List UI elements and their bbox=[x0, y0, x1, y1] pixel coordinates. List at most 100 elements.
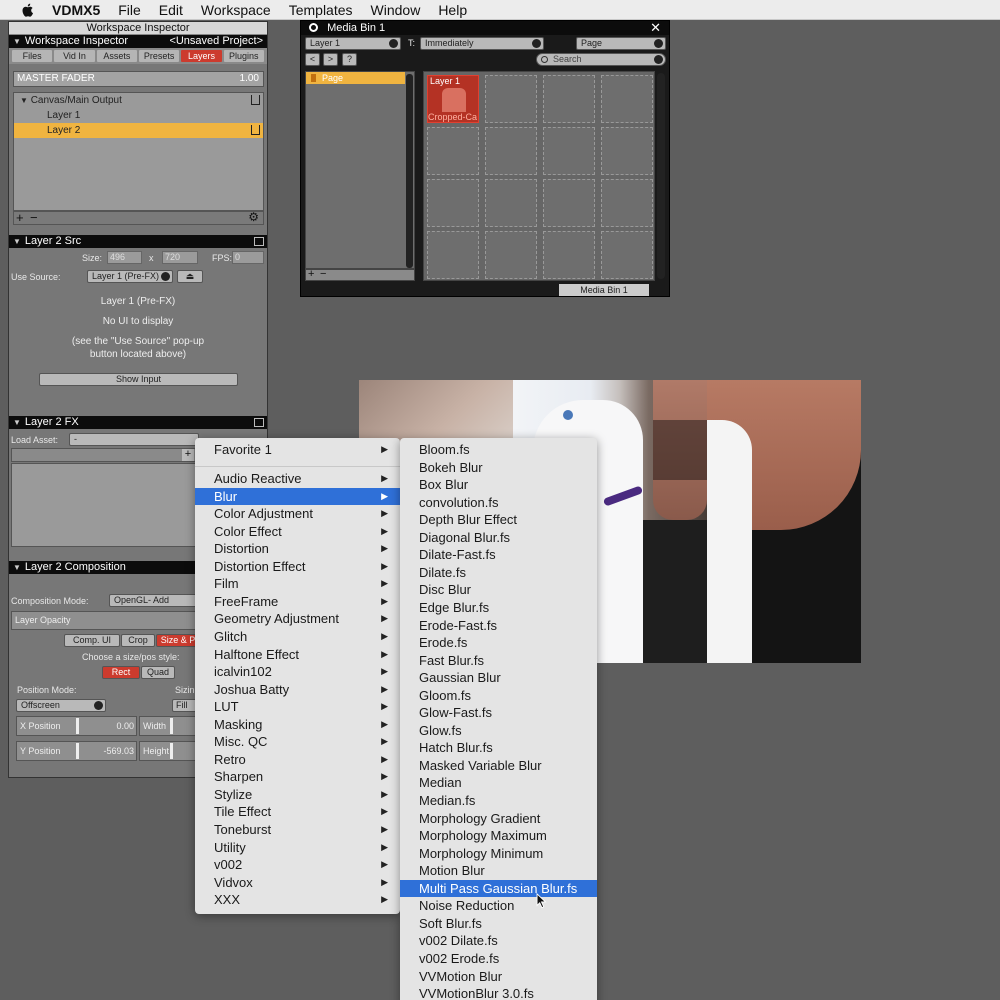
menu-help[interactable]: Help bbox=[438, 2, 467, 18]
disclosure-triangle-icon[interactable]: ▼ bbox=[13, 418, 21, 427]
menu-item-v002[interactable]: v002 ▶ bbox=[195, 856, 400, 874]
clip-cell-empty[interactable] bbox=[485, 75, 537, 123]
clip-cell-loaded[interactable]: Layer 1 Cropped-Ca bbox=[427, 75, 479, 123]
menu-item-color-adjustment[interactable]: Color Adjustment ▶ bbox=[195, 505, 400, 523]
tab-plugins[interactable]: Plugins bbox=[223, 50, 264, 62]
clip-cell-empty[interactable] bbox=[427, 179, 479, 227]
menu-templates[interactable]: Templates bbox=[289, 2, 353, 18]
menu-item-halftone-effect[interactable]: Halftone Effect ▶ bbox=[195, 646, 400, 664]
menu-workspace[interactable]: Workspace bbox=[201, 2, 271, 18]
add-fx-button[interactable]: + bbox=[182, 449, 194, 461]
y-position-slider[interactable]: Y Position -569.03 bbox=[16, 741, 137, 761]
clip-cell-empty[interactable] bbox=[543, 231, 595, 279]
submenu-item-vvmotion-blur[interactable]: VVMotion Blur bbox=[400, 968, 597, 986]
submenu-item-morphology-maximum[interactable]: Morphology Maximum bbox=[400, 827, 597, 845]
menu-item-stylize[interactable]: Stylize ▶ bbox=[195, 786, 400, 804]
menu-item-tile-effect[interactable]: Tile Effect ▶ bbox=[195, 803, 400, 821]
size-height-field[interactable]: 720 bbox=[162, 251, 198, 264]
src-header[interactable]: ▼ Layer 2 Src bbox=[9, 235, 267, 248]
composition-mode-popup[interactable]: OpenGL- Add bbox=[109, 594, 199, 607]
submenu-item-morphology-minimum[interactable]: Morphology Minimum bbox=[400, 845, 597, 863]
submenu-item-dilate-fs[interactable]: Dilate.fs bbox=[400, 564, 597, 582]
clip-cell-empty[interactable] bbox=[427, 127, 479, 175]
tab-files[interactable]: Files bbox=[12, 50, 53, 62]
help-button[interactable]: ? bbox=[342, 53, 357, 66]
disclosure-triangle-icon[interactable]: ▼ bbox=[20, 96, 28, 105]
menu-item-icalvin102[interactable]: icalvin102 ▶ bbox=[195, 663, 400, 681]
remove-layer-button[interactable]: − bbox=[30, 210, 38, 225]
disclosure-triangle-icon[interactable]: ▼ bbox=[13, 37, 21, 46]
menu-item-masking[interactable]: Masking ▶ bbox=[195, 716, 400, 734]
slider-handle[interactable] bbox=[76, 718, 79, 734]
prev-page-button[interactable]: < bbox=[305, 53, 320, 66]
share-icon[interactable] bbox=[251, 95, 260, 105]
menu-item-freeframe[interactable]: FreeFrame ▶ bbox=[195, 593, 400, 611]
tree-root[interactable]: ▼ Canvas/Main Output bbox=[14, 93, 263, 108]
show-input-button[interactable]: Show Input bbox=[39, 373, 238, 386]
clip-cell-empty[interactable] bbox=[485, 231, 537, 279]
share-icon[interactable] bbox=[251, 125, 260, 135]
submenu-item-gloom-fs[interactable]: Gloom.fs bbox=[400, 687, 597, 705]
submenu-item-box-blur[interactable]: Box Blur bbox=[400, 476, 597, 494]
width-slider[interactable]: Width bbox=[139, 716, 201, 736]
page-list-scrollbar[interactable] bbox=[406, 74, 413, 268]
fx-header[interactable]: ▼ Layer 2 FX bbox=[9, 416, 267, 429]
rect-button[interactable]: Rect bbox=[102, 666, 140, 679]
detach-icon[interactable] bbox=[254, 237, 264, 246]
submenu-item-median[interactable]: Median bbox=[400, 774, 597, 792]
tab-vid-in[interactable]: Vid In bbox=[54, 50, 95, 62]
clip-cell-empty[interactable] bbox=[543, 75, 595, 123]
menu-item-distortion-effect[interactable]: Distortion Effect ▶ bbox=[195, 558, 400, 576]
search-field[interactable]: Search bbox=[536, 53, 666, 66]
menu-item-film[interactable]: Film ▶ bbox=[195, 575, 400, 593]
submenu-item-bloom-fs[interactable]: Bloom.fs bbox=[400, 441, 597, 459]
clip-cell-empty[interactable] bbox=[543, 179, 595, 227]
tab-crop[interactable]: Crop bbox=[121, 634, 155, 647]
fps-field[interactable]: 0 bbox=[232, 251, 264, 264]
submenu-item-masked-variable-blur[interactable]: Masked Variable Blur bbox=[400, 757, 597, 775]
layer-popup[interactable]: Layer 1 bbox=[305, 37, 401, 50]
clip-cell-empty[interactable] bbox=[427, 231, 479, 279]
clip-cell-empty[interactable] bbox=[601, 231, 653, 279]
x-position-slider[interactable]: X Position 0.00 bbox=[16, 716, 137, 736]
submenu-item-erode-fs[interactable]: Erode.fs bbox=[400, 634, 597, 652]
clip-cell-empty[interactable] bbox=[601, 127, 653, 175]
submenu-item-fast-blur-fs[interactable]: Fast Blur.fs bbox=[400, 652, 597, 670]
quad-button[interactable]: Quad bbox=[141, 666, 175, 679]
submenu-item-convolution-fs[interactable]: convolution.fs bbox=[400, 494, 597, 512]
clip-cell-empty[interactable] bbox=[601, 75, 653, 123]
menu-window[interactable]: Window bbox=[371, 2, 421, 18]
menu-item-favorite[interactable]: Favorite 1 ▶ bbox=[195, 441, 400, 459]
disclosure-triangle-icon[interactable]: ▼ bbox=[13, 237, 21, 246]
menu-item-misc-qc[interactable]: Misc. QC ▶ bbox=[195, 733, 400, 751]
layer-opacity-slider[interactable]: Layer Opacity bbox=[11, 611, 201, 630]
submenu-item-glow-fast-fs[interactable]: Glow-Fast.fs bbox=[400, 704, 597, 722]
menu-item-audio-reactive[interactable]: Audio Reactive ▶ bbox=[195, 470, 400, 488]
submenu-item-erode-fast-fs[interactable]: Erode-Fast.fs bbox=[400, 617, 597, 635]
clip-cell-empty[interactable] bbox=[485, 127, 537, 175]
tab-presets[interactable]: Presets bbox=[138, 50, 180, 62]
trigger-popup[interactable]: Immediately bbox=[420, 37, 544, 50]
page-popup[interactable]: Page bbox=[576, 37, 666, 50]
page-list-item[interactable]: Page bbox=[306, 72, 405, 84]
apple-logo-icon[interactable] bbox=[20, 2, 36, 18]
submenu-item-median-fs[interactable]: Median.fs bbox=[400, 792, 597, 810]
menu-item-vidvox[interactable]: Vidvox ▶ bbox=[195, 874, 400, 892]
remove-page-button[interactable]: − bbox=[320, 269, 326, 280]
tree-layer-1[interactable]: Layer 1 bbox=[14, 108, 263, 123]
submenu-item-disc-blur[interactable]: Disc Blur bbox=[400, 581, 597, 599]
add-page-button[interactable]: + bbox=[308, 269, 314, 280]
submenu-item-v002-dilate-fs[interactable]: v002 Dilate.fs bbox=[400, 932, 597, 950]
menu-item-blur[interactable]: Blur ▶ bbox=[195, 487, 400, 506]
slider-handle[interactable] bbox=[76, 743, 79, 759]
disclosure-triangle-icon[interactable]: ▼ bbox=[13, 563, 21, 572]
use-source-popup[interactable]: Layer 1 (Pre-FX) bbox=[87, 270, 173, 283]
menu-item-xxx[interactable]: XXX ▶ bbox=[195, 891, 400, 909]
menu-item-sharpen[interactable]: Sharpen ▶ bbox=[195, 768, 400, 786]
menu-item-toneburst[interactable]: Toneburst ▶ bbox=[195, 821, 400, 839]
clip-cell-empty[interactable] bbox=[485, 179, 537, 227]
media-bin-titlebar[interactable]: Media Bin 1 ✕ bbox=[301, 21, 669, 35]
submenu-item-morphology-gradient[interactable]: Morphology Gradient bbox=[400, 810, 597, 828]
close-icon[interactable]: ✕ bbox=[650, 21, 661, 35]
clip-cell-empty[interactable] bbox=[601, 179, 653, 227]
